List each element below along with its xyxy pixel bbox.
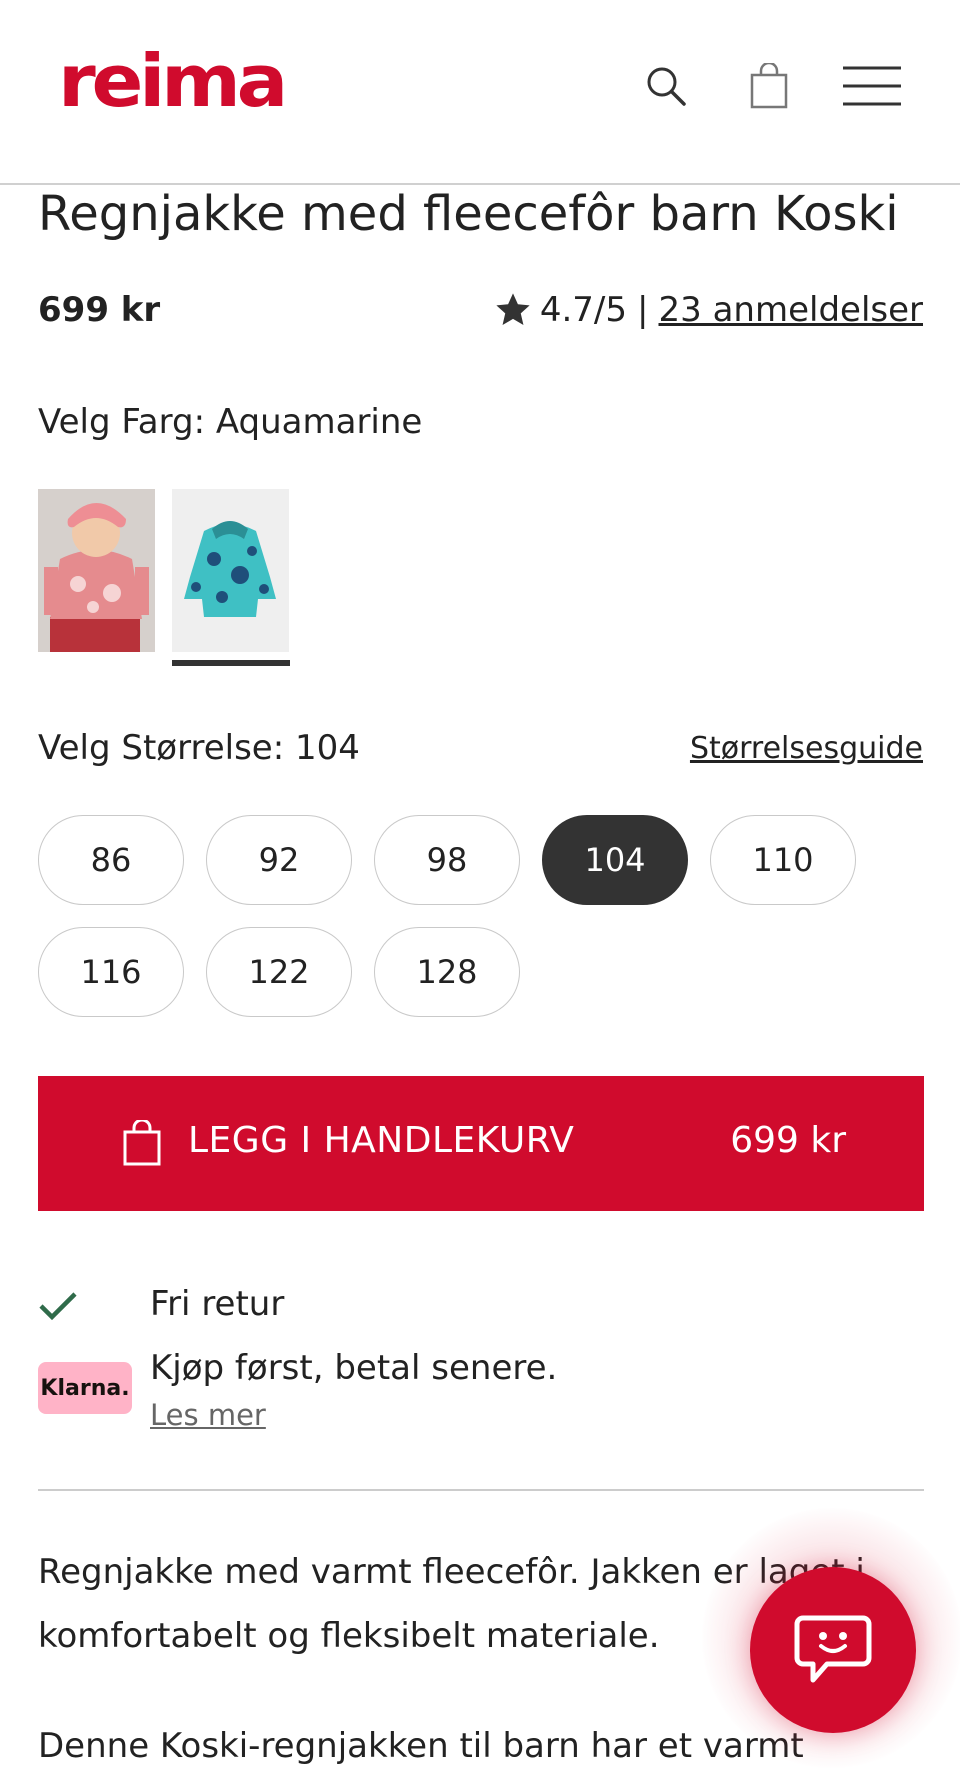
size-option-116[interactable]: 116: [38, 927, 184, 1017]
search-icon[interactable]: [638, 58, 694, 114]
chat-smile-icon: [794, 1615, 872, 1683]
size-option-128[interactable]: 128: [374, 927, 520, 1017]
product-rating: 4.7/5 | 23 anmeldelser: [494, 290, 923, 330]
size-option-110[interactable]: 110: [710, 815, 856, 905]
size-label: Velg Størrelse: 104: [38, 728, 360, 768]
star-icon: [496, 293, 530, 326]
klarna-logo: Klarna.: [38, 1362, 132, 1414]
size-option-92[interactable]: 92: [206, 815, 352, 905]
product-price: 699 kr: [38, 290, 161, 330]
color-swatch-pink[interactable]: [38, 489, 155, 652]
rating-separator: |: [637, 290, 649, 330]
size-option-86[interactable]: 86: [38, 815, 184, 905]
add-to-cart-price: 699 kr: [730, 1120, 846, 1161]
shopping-bag-icon: [123, 1120, 161, 1166]
divider: [38, 1489, 924, 1491]
free-return-text: Fri retur: [150, 1284, 285, 1324]
size-option-104[interactable]: 104: [542, 815, 688, 905]
chat-button[interactable]: [750, 1567, 916, 1733]
reviews-link[interactable]: 23 anmeldelser: [659, 290, 924, 330]
size-option-122[interactable]: 122: [206, 927, 352, 1017]
klarna-read-more-link[interactable]: Les mer: [150, 1398, 266, 1432]
reima-logo[interactable]: reima: [58, 48, 284, 118]
add-to-cart-button[interactable]: LEGG I HANDLEKURV 699 kr: [38, 1076, 924, 1211]
size-guide-link[interactable]: Størrelsesguide: [690, 731, 923, 766]
add-to-cart-label: LEGG I HANDLEKURV: [188, 1120, 575, 1161]
color-swatch-aquamarine[interactable]: [172, 489, 289, 652]
shopping-bag-icon[interactable]: [741, 58, 797, 114]
menu-icon[interactable]: [842, 58, 902, 114]
selected-swatch-indicator: [172, 660, 290, 666]
rating-value: 4.7/5: [539, 290, 628, 330]
check-icon: [39, 1292, 77, 1321]
size-option-98[interactable]: 98: [374, 815, 520, 905]
svg-text:reima: reima: [58, 48, 284, 118]
klarna-text: Kjøp først, betal senere.: [150, 1348, 558, 1388]
color-label: Velg Farg: Aquamarine: [38, 402, 423, 442]
site-header: reima: [0, 0, 960, 185]
product-title: Regnjakke med fleecefôr barn Koski: [38, 186, 899, 242]
